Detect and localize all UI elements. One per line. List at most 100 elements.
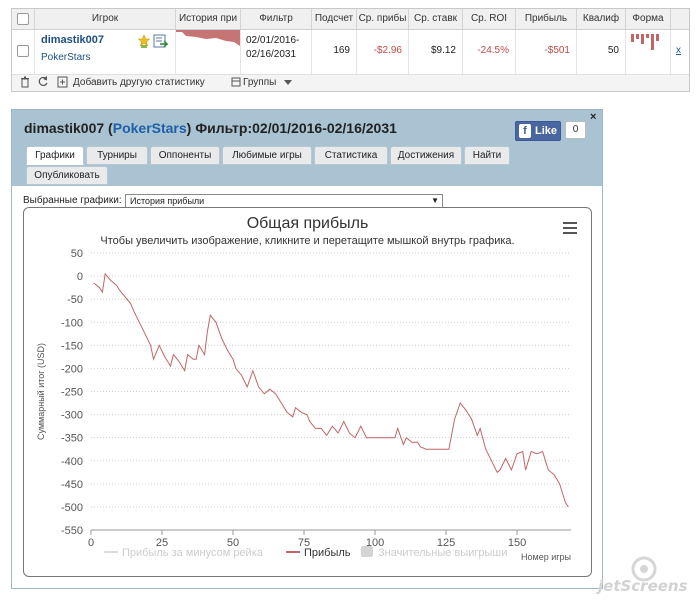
col-avg-roi[interactable]: Ср. ROI [463, 9, 516, 29]
col-remove [671, 9, 689, 29]
avg-profit-value: -$2.96 [373, 45, 402, 56]
title-open: ( [104, 120, 113, 136]
trash-icon[interactable] [20, 76, 30, 91]
y-tick-label: -550 [61, 525, 83, 537]
y-tick-label: -150 [61, 340, 83, 352]
profit-series-line [93, 272, 569, 508]
col-filter[interactable]: Фильтр [241, 9, 312, 29]
add-stat-link[interactable]: Добавить другую статистику [73, 77, 205, 88]
facebook-like-button[interactable]: f Like [515, 121, 561, 141]
window-title: dimastik007 (PokerStars) Фильтр:02/01/20… [24, 120, 397, 136]
dropdown-arrow-icon: ▼ [431, 196, 439, 205]
x-axis-label: Номер игры [521, 552, 571, 562]
profit-value: -$501 [544, 45, 570, 56]
y-tick-label: -300 [61, 410, 83, 422]
select-all-cell [12, 9, 35, 29]
qual-cell: 50 [577, 30, 626, 74]
jetscreenshot-watermark-logo: jetScreenshot [596, 555, 700, 600]
col-qual[interactable]: Квалиф [577, 9, 626, 29]
table-header: Игрок История при Фильтр Подсчет Ср. при… [12, 9, 689, 30]
select-all-checkbox[interactable] [17, 13, 29, 25]
y-tick-label: 0 [77, 271, 83, 283]
row-select-cell [12, 30, 35, 74]
facebook-like-count: 0 [565, 121, 586, 139]
title-site-link[interactable]: PokerStars [113, 120, 187, 136]
star-icon[interactable] [138, 34, 150, 48]
chart-select-value: История прибыли [130, 196, 205, 206]
profit-history-sparkline [176, 30, 240, 46]
tab-publish[interactable]: Опубликовать [26, 166, 108, 185]
filter-end: 02/16/2031 [246, 49, 297, 60]
avg-stake-cell: $9.12 [409, 30, 463, 74]
count-cell: 169 [312, 30, 357, 74]
col-history[interactable]: История при [176, 9, 241, 29]
filter-start: 02/01/2016- [246, 35, 300, 46]
close-icon[interactable]: × [590, 111, 596, 123]
tab-charts[interactable]: Графики [26, 146, 84, 165]
table-footer: Добавить другую статистику Группы [12, 75, 689, 91]
avg-roi-cell: -24.5% [463, 30, 516, 74]
tab-search[interactable]: Найти [464, 146, 510, 165]
player-table: Игрок История при Фильтр Подсчет Ср. при… [11, 8, 690, 92]
history-cell[interactable] [176, 30, 241, 74]
player-name-link[interactable]: dimastik007 [41, 34, 104, 46]
tab-opponents[interactable]: Оппоненты [150, 146, 220, 165]
add-stat-icon[interactable] [57, 76, 69, 91]
legend-item-profit: Прибыль [304, 547, 351, 559]
window-header: dimastik007 (PokerStars) Фильтр:02/01/20… [12, 110, 602, 186]
avg-profit-cell: -$2.96 [357, 30, 409, 74]
y-tick-label: -100 [61, 317, 83, 329]
y-tick-label: -400 [61, 456, 83, 468]
y-tick-label: -50 [67, 294, 83, 306]
player-site-link[interactable]: PokerStars [41, 52, 90, 63]
groups-menu[interactable]: Группы [243, 77, 276, 88]
col-profit[interactable]: Прибыль [516, 9, 577, 29]
table-row: dimastik007 PokerStars 02/01/2016- 02/16… [12, 30, 689, 75]
y-tick-label: -500 [61, 502, 83, 514]
tab-achievements[interactable]: Достижения [390, 146, 462, 165]
svg-text:jetScreenshot: jetScreenshot [596, 577, 688, 595]
y-tick-label: 50 [71, 248, 83, 260]
tab-favorite-games[interactable]: Любимые игры [222, 146, 312, 165]
groups-caret-icon[interactable] [284, 78, 292, 89]
form-cell [626, 30, 671, 74]
chart-select-label: Выбранные графики: [23, 195, 122, 206]
facebook-icon: f [519, 124, 531, 138]
form-bars [631, 34, 659, 50]
title-player: dimastik007 [24, 120, 105, 136]
tab-tournaments[interactable]: Турниры [86, 146, 148, 165]
chart-plot-area[interactable]: 50 0 -50 -100 -150 -200 -250 -300 -350 -400 -450 -5… [24, 208, 591, 576]
legend-item-big-wins: Значительные выигрыши [378, 547, 507, 559]
player-cell: dimastik007 PokerStars [35, 30, 176, 74]
groups-icon[interactable] [231, 76, 241, 91]
remove-cell: x [671, 30, 689, 74]
legend-item-net-profit: Прибыль за минусом рейка [122, 547, 264, 559]
avg-roi-value: -24.5% [477, 45, 509, 56]
count-value: 169 [333, 45, 350, 56]
profit-cell: -$501 [516, 30, 577, 74]
filter-cell: 02/01/2016- 02/16/2031 [241, 30, 312, 74]
legend-symbol-big-wins [361, 546, 373, 557]
row-checkbox[interactable] [17, 45, 29, 57]
facebook-like-label: Like [535, 125, 558, 137]
y-tick-label: -350 [61, 433, 83, 445]
chart-select[interactable]: История прибыли ▼ [125, 194, 443, 208]
col-player[interactable]: Игрок [35, 9, 176, 29]
col-avg-profit[interactable]: Ср. прибы [357, 9, 409, 29]
x-tick-label: 150 [508, 537, 526, 549]
y-axis-label: Суммарный итог (USD) [36, 343, 46, 440]
export-icon[interactable] [153, 34, 168, 48]
charts-panel: Выбранные графики: История прибыли ▼ Общ… [12, 186, 602, 588]
y-tick-label: -200 [61, 363, 83, 375]
remove-row-link[interactable]: x [676, 45, 681, 56]
profit-chart[interactable]: Общая прибыль Чтобы увеличить изображени… [23, 207, 592, 577]
title-filter: ) Фильтр:02/01/2016-02/16/2031 [186, 120, 397, 136]
col-form[interactable]: Форма [626, 9, 671, 29]
col-count[interactable]: Подсчет [312, 9, 357, 29]
player-stats-window: dimastik007 (PokerStars) Фильтр:02/01/20… [11, 109, 603, 589]
tab-statistics[interactable]: Статистика [314, 146, 388, 165]
refresh-icon[interactable] [38, 76, 49, 91]
x-tick-label: 0 [88, 537, 94, 549]
avg-stake-value: $9.12 [430, 45, 456, 56]
col-avg-stake[interactable]: Ср. ставк [409, 9, 463, 29]
